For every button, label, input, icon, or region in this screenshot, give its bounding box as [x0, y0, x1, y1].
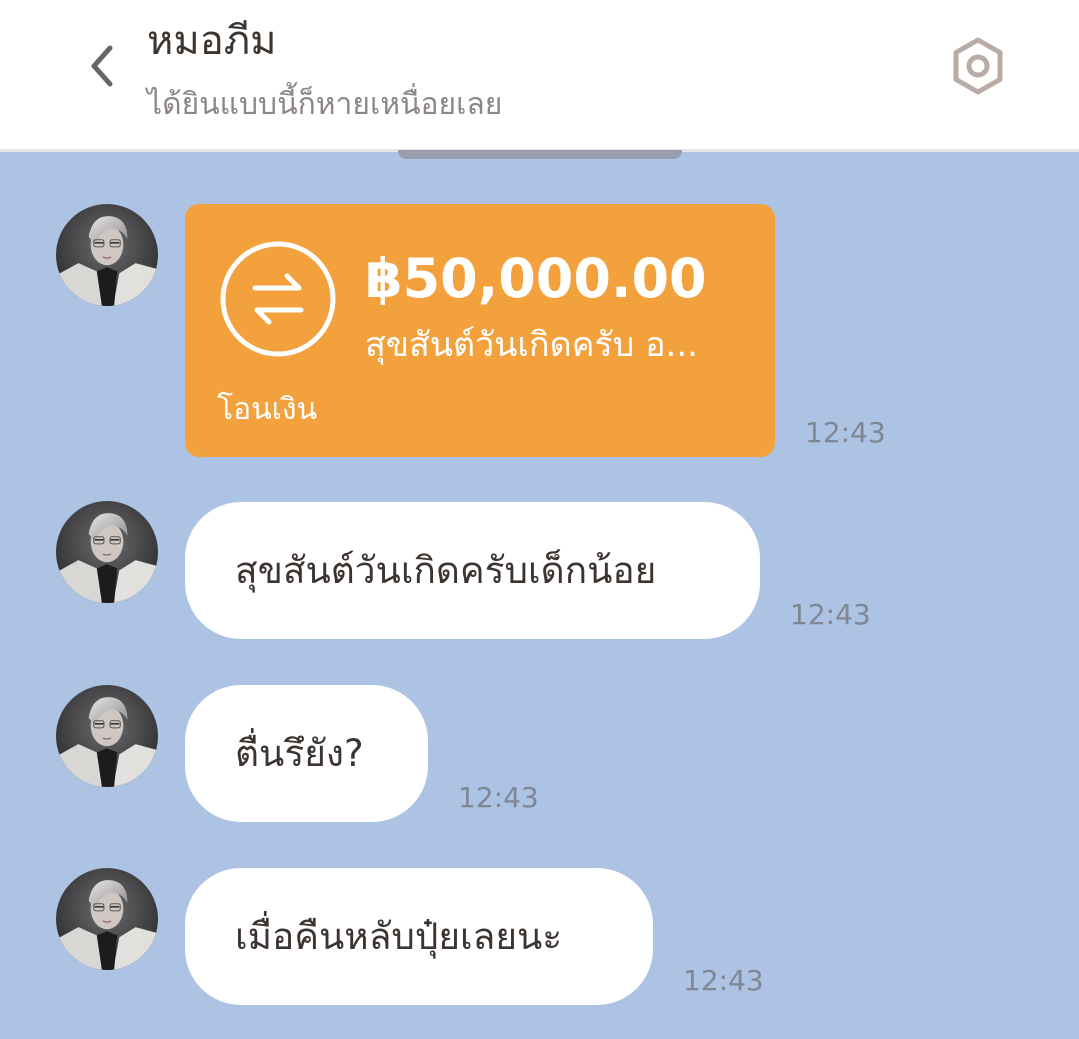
avatar[interactable] — [56, 685, 158, 787]
contact-name: หมอภีม — [147, 18, 277, 64]
avatar[interactable] — [56, 868, 158, 970]
message-bubble[interactable]: เมื่อคืนหลับปุ๋ยเลยนะ — [185, 868, 653, 1005]
message-time: 12:43 — [458, 781, 539, 814]
message-time: 12:43 — [790, 598, 871, 631]
message-text: เมื่อคืนหลับปุ๋ยเลยนะ — [235, 914, 563, 958]
transfer-amount: ฿50,000.00 — [365, 247, 707, 310]
avatar[interactable] — [56, 501, 158, 603]
message-text: สุขสันต์วันเกิดครับเด็กน้อย — [235, 548, 657, 592]
message-time: 12:43 — [805, 416, 886, 449]
message-time: 12:43 — [683, 964, 764, 997]
transfer-note: สุขสันต์วันเกิดครับ อ... — [365, 325, 698, 365]
previous-message-edge — [398, 150, 682, 159]
chevron-left-icon — [84, 44, 120, 92]
chat-header: หมอภีม ได้ยินแบบนี้ก็หายเหนื่อยเลย — [0, 0, 1079, 152]
money-transfer-card[interactable]: ฿50,000.00 สุขสันต์วันเกิดครับ อ... โอนเ… — [185, 204, 775, 457]
pinned-message-preview[interactable]: ได้ยินแบบนี้ก็หายเหนื่อยเลย — [147, 84, 502, 126]
message-text: ตื่นรึยัง? — [235, 731, 364, 775]
message-bubble[interactable]: ตื่นรึยัง? — [185, 685, 428, 822]
avatar[interactable] — [56, 204, 158, 306]
transfer-type-label: โอนเงิน — [217, 392, 318, 427]
settings-button[interactable] — [946, 36, 1010, 100]
hexagon-settings-icon — [948, 36, 1008, 100]
back-button[interactable] — [72, 38, 132, 98]
message-bubble[interactable]: สุขสันต์วันเกิดครับเด็กน้อย — [185, 502, 760, 639]
transfer-arrows-icon — [219, 240, 337, 358]
